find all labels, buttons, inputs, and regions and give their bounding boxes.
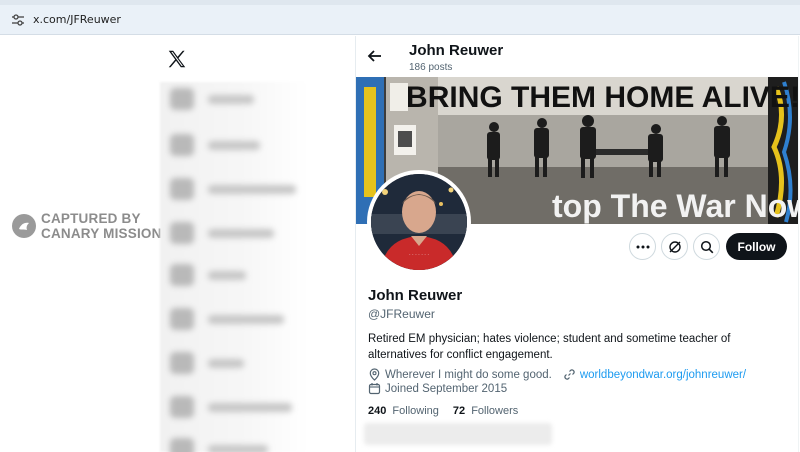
column-divider-right (798, 36, 799, 452)
watermark-line-1: CAPTURED BY (41, 211, 141, 226)
banner-headline: BRING THEM HOME ALIVE! (406, 81, 798, 114)
profile-bio: Retired EM physician; hates violence; st… (368, 333, 731, 361)
watermark-line-2: CANARY MISSION (41, 226, 162, 241)
canary-logo-icon (12, 214, 36, 238)
calendar-icon (368, 383, 381, 395)
nav-item[interactable] (170, 134, 260, 156)
canary-mission-watermark: CAPTURED BY CANARY MISSION (12, 211, 162, 241)
url-text[interactable]: x.com/JFReuwer (33, 13, 121, 26)
profile-header: John Reuwer 186 posts (356, 36, 798, 77)
search-icon (700, 240, 713, 253)
followers-link[interactable]: 72 Followers (453, 405, 518, 417)
profile-meta-row: Wherever I might do some good. worldbeyo… (368, 368, 746, 381)
profile-avatar[interactable]: · · · · · · · (367, 170, 471, 274)
profile-handle: @JFReuwer (368, 307, 435, 321)
followers-count: 72 (452, 405, 466, 417)
svg-text:· · · · · · ·: · · · · · · · (409, 252, 429, 258)
tune-icon[interactable] (7, 9, 29, 31)
nav-menu-blurred (160, 82, 308, 452)
profile-joined-row: Joined September 2015 (368, 382, 507, 395)
followers-label: Followers (471, 405, 519, 417)
follow-button[interactable]: Follow (726, 233, 787, 260)
header-name: John Reuwer (409, 42, 504, 59)
location-icon (369, 368, 380, 381)
following-label: Following (392, 405, 439, 417)
nav-item[interactable] (170, 264, 246, 286)
more-icon (636, 245, 649, 248)
nav-item[interactable] (170, 438, 268, 452)
follow-stats: 240 Following 72 Followers (368, 405, 532, 417)
link-icon (564, 369, 575, 380)
profile-tabs-blurred (364, 423, 552, 445)
profile-location: Wherever I might do some good. (385, 368, 552, 381)
watermark-text: CAPTURED BY CANARY MISSION (41, 211, 162, 241)
nav-item[interactable] (170, 222, 274, 244)
grok-button[interactable] (661, 233, 688, 260)
banner-subline: top The War Now! (552, 188, 798, 224)
grok-icon (668, 240, 681, 253)
profile-joined: Joined September 2015 (385, 382, 508, 395)
profile-name: John Reuwer (368, 287, 463, 304)
nav-item[interactable] (170, 352, 244, 374)
nav-item[interactable] (170, 88, 254, 110)
address-bar[interactable]: x.com/JFReuwer (0, 5, 800, 35)
following-count: 240 (368, 405, 387, 417)
following-link[interactable]: 240 Following (368, 405, 439, 417)
nav-item[interactable] (170, 308, 284, 330)
profile-website-link[interactable]: worldbeyondwar.org/johnreuwer/ (580, 369, 746, 381)
header-post-count: 186 posts (409, 62, 453, 73)
nav-item[interactable] (170, 396, 292, 418)
more-button[interactable] (629, 233, 656, 260)
arrow-left-icon[interactable] (366, 47, 384, 65)
search-button[interactable] (693, 233, 720, 260)
x-logo-icon[interactable] (166, 48, 188, 70)
nav-item[interactable] (170, 178, 296, 200)
